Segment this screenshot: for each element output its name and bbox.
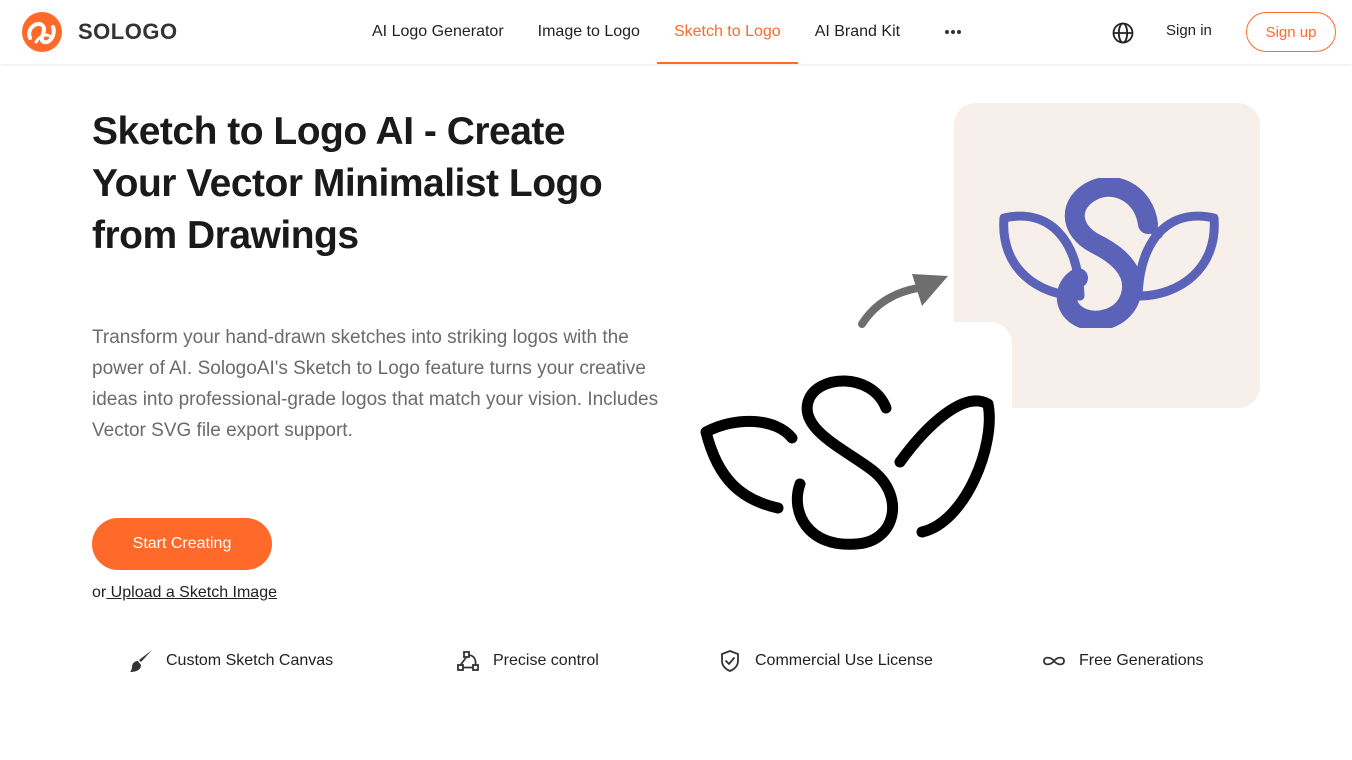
feature-precise-control: Precise control — [455, 644, 599, 678]
feature-label: Commercial Use License — [755, 652, 933, 669]
hand-drawn-sketch-image — [700, 375, 995, 550]
feature-custom-sketch-canvas: Custom Sketch Canvas — [128, 644, 333, 678]
nav-ai-brand-kit[interactable]: AI Brand Kit — [798, 0, 917, 64]
nodes-icon — [457, 651, 479, 671]
upload-prefix: or — [92, 584, 107, 601]
sologo-mark-icon — [22, 12, 62, 52]
page-title: Sketch to Logo AI - Create Your Vector M… — [92, 110, 603, 257]
nav-ai-logo-generator[interactable]: AI Logo Generator — [355, 0, 521, 64]
feature-list: Custom Sketch Canvas Precise control Com… — [0, 644, 1352, 678]
brand-name: SOLOGO — [78, 19, 178, 44]
start-creating-button[interactable]: Start Creating — [92, 518, 272, 570]
more-dots-icon — [945, 30, 961, 34]
feature-label: Precise control — [493, 652, 599, 669]
upload-line: or Upload a Sketch Image — [92, 584, 277, 602]
curved-arrow-icon — [858, 274, 948, 328]
nav-sketch-to-logo[interactable]: Sketch to Logo — [656, 0, 798, 64]
more-menu-button[interactable] — [935, 20, 971, 44]
feature-free-generations: Free Generations — [1041, 644, 1204, 678]
infinity-icon — [1043, 656, 1065, 666]
brand-logo[interactable]: SOLOGO — [16, 12, 178, 52]
sign-up-button[interactable]: Sign up — [1246, 12, 1336, 52]
sign-in-link[interactable]: Sign in — [1166, 22, 1212, 39]
nav-image-to-logo[interactable]: Image to Logo — [521, 0, 657, 64]
upload-sketch-link[interactable]: Upload a Sketch Image — [106, 584, 277, 601]
site-header: SOLOGO AI Logo Generator Image to Logo S… — [0, 0, 1352, 64]
feature-label: Custom Sketch Canvas — [166, 652, 334, 669]
shield-check-icon — [721, 650, 739, 672]
main-nav: AI Logo Generator Image to Logo Sketch t… — [355, 0, 917, 64]
swan-logo-image — [999, 178, 1219, 328]
feature-commercial-use-license: Commercial Use License — [717, 644, 933, 678]
globe-icon[interactable] — [1110, 20, 1136, 46]
hero-description: Transform your hand-drawn sketches into … — [92, 327, 659, 441]
brush-icon — [130, 650, 152, 672]
feature-label: Free Generations — [1079, 652, 1204, 669]
